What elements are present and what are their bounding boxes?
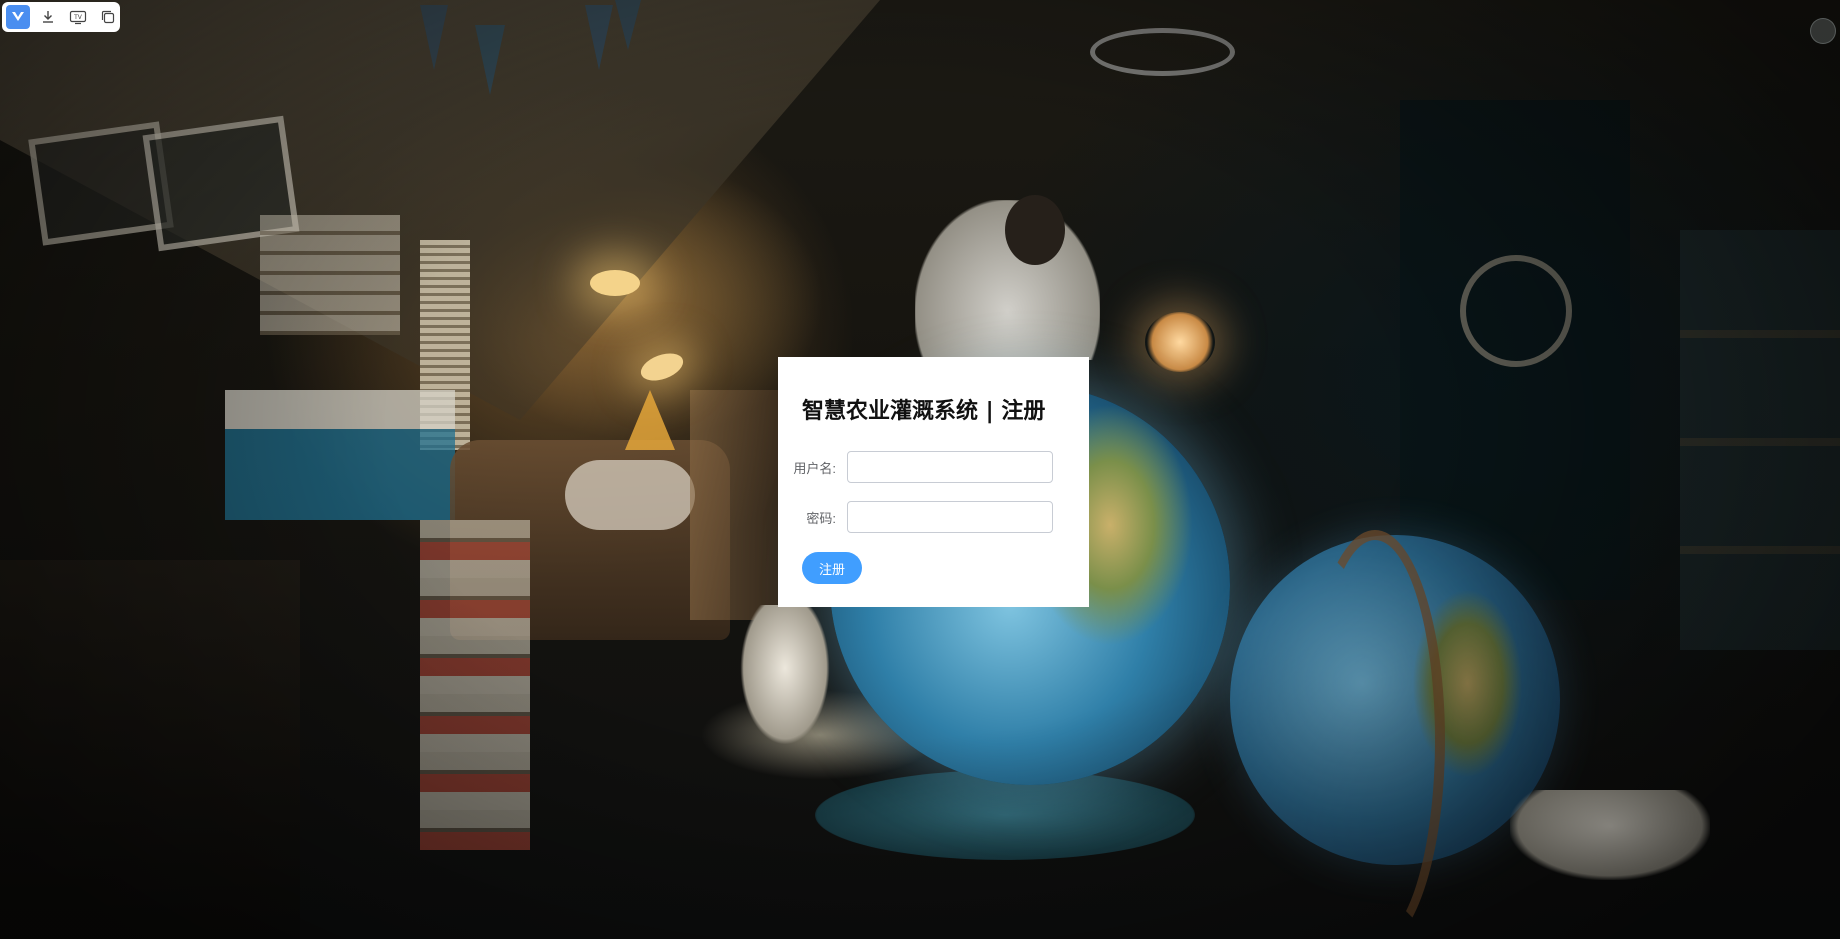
copy-icon[interactable] xyxy=(96,5,120,29)
password-input[interactable] xyxy=(847,501,1053,533)
page-title: 智慧农业灌溉系统 | 注册 xyxy=(802,399,1046,424)
corner-circle-button[interactable] xyxy=(1810,18,1836,44)
username-row: 用户名: xyxy=(778,451,1089,483)
tv-icon[interactable]: TV xyxy=(66,5,90,29)
username-label: 用户名: xyxy=(793,460,836,476)
tv-icon-label: TV xyxy=(73,14,83,21)
register-card: 智慧农业灌溉系统 | 注册 用户名: 密码: 注册 xyxy=(778,357,1089,607)
username-input[interactable] xyxy=(847,451,1053,483)
password-row: 密码: xyxy=(778,501,1089,533)
download-icon[interactable] xyxy=(36,5,60,29)
floating-toolbar: TV xyxy=(2,2,120,32)
register-button[interactable]: 注册 xyxy=(802,552,862,584)
password-label: 密码: xyxy=(806,510,836,526)
app-logo-icon[interactable] xyxy=(6,5,30,29)
